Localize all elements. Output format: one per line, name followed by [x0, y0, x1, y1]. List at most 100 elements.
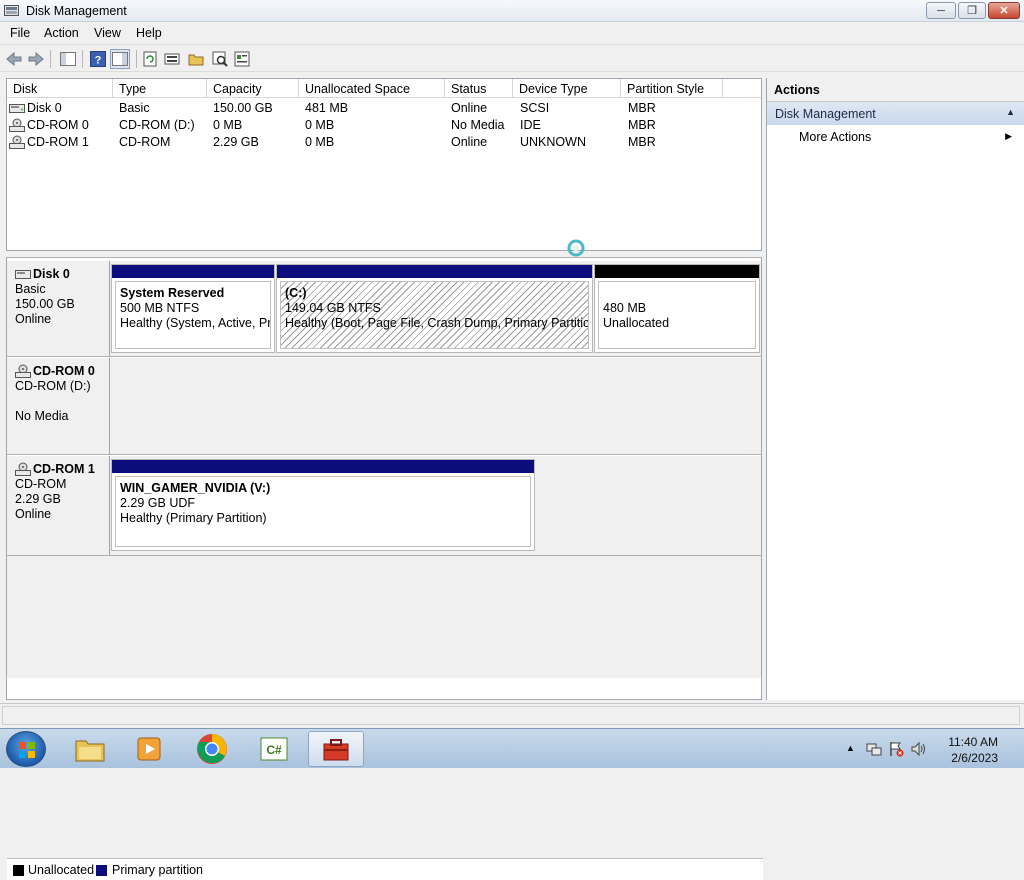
column-header-unallocated-space[interactable]: Unallocated Space: [299, 79, 445, 98]
disk-list-row[interactable]: Disk 0 Basic 150.00 GB 481 MB Online SCS…: [7, 100, 761, 117]
main-content: Disk Type Capacity Unallocated Space Sta…: [6, 78, 763, 880]
column-header-type[interactable]: Type: [113, 79, 207, 98]
rescan-disks-icon[interactable]: [162, 49, 182, 69]
disk-name: CD-ROM 1: [33, 462, 95, 476]
submenu-arrow-icon: ▶: [1005, 131, 1012, 141]
disk-type: CD-ROM (D:): [15, 379, 91, 393]
partition-status: Healthy (System, Active, Prir: [120, 316, 271, 330]
back-icon[interactable]: [4, 49, 24, 69]
more-actions-label: More Actions: [799, 130, 872, 144]
partition-name: (C:): [285, 286, 307, 300]
disk-type: CD-ROM: [15, 477, 67, 491]
disk-row-cdrom-0[interactable]: CD-ROM 0 CD-ROM (D:) No Media: [7, 358, 761, 454]
disk-list-row[interactable]: CD-ROM 0 CD-ROM (D:) 0 MB 0 MB No Media …: [7, 117, 761, 134]
cell-partition-style: MBR: [628, 118, 656, 132]
close-button[interactable]: ✕: [988, 2, 1020, 19]
legend-primary-partition: Primary partition: [112, 863, 203, 877]
disk-type: Basic: [15, 282, 46, 296]
disk-row-cdrom-1[interactable]: CD-ROM 1 CD-ROM 2.29 GB Online WIN_GAMER…: [7, 456, 761, 555]
menu-action[interactable]: Action: [44, 26, 79, 40]
more-actions-item[interactable]: More Actions ▶: [767, 127, 1024, 147]
help-icon[interactable]: ?: [88, 49, 108, 69]
cell-type: Basic: [119, 101, 150, 115]
disk-status: No Media: [15, 409, 69, 423]
menu-file[interactable]: File: [10, 26, 30, 40]
hard-disk-icon: [9, 104, 25, 113]
minimize-button[interactable]: ─: [926, 2, 956, 19]
cell-disk: CD-ROM 1: [27, 135, 89, 149]
cell-status: No Media: [451, 118, 505, 132]
menu-view[interactable]: View: [94, 26, 121, 40]
partition-c-drive[interactable]: (C:) 149.04 GB NTFS Healthy (Boot, Page …: [276, 264, 593, 353]
partition-unallocated[interactable]: 480 MB Unallocated: [594, 264, 760, 353]
partition-win-gamer-nvidia[interactable]: WIN_GAMER_NVIDIA (V:) 2.29 GB UDF Health…: [111, 459, 535, 551]
cell-device-type: SCSI: [520, 101, 550, 115]
disk-list-view: Disk Type Capacity Unallocated Space Sta…: [6, 78, 762, 251]
column-header-device-type[interactable]: Device Type: [513, 79, 621, 98]
partition-details: 480 MB Unallocated: [598, 281, 756, 349]
network-icon[interactable]: [866, 741, 882, 757]
taskbar-media-player[interactable]: [122, 731, 178, 767]
unallocated-swatch: [13, 865, 24, 876]
disk-label[interactable]: CD-ROM 0 CD-ROM (D:) No Media: [7, 358, 110, 454]
status-panel: [2, 706, 1020, 725]
volume-icon[interactable]: [910, 741, 926, 757]
show-hide-action-pane-icon[interactable]: [110, 49, 130, 69]
column-header-capacity[interactable]: Capacity: [207, 79, 299, 98]
disk-partitions-area: System Reserved 500 MB NTFS Healthy (Sys…: [110, 261, 761, 356]
cell-device-type: IDE: [520, 118, 541, 132]
partition-name: [603, 286, 755, 301]
cell-unallocated: 0 MB: [305, 118, 335, 132]
media-player-icon: [137, 737, 161, 761]
windows-logo-icon: [19, 742, 35, 758]
properties-icon[interactable]: [232, 49, 252, 69]
disk-row-disk-0[interactable]: Disk 0 Basic 150.00 GB Online System Res…: [7, 261, 761, 356]
forward-icon[interactable]: [26, 49, 46, 69]
show-hide-console-tree-icon[interactable]: [58, 49, 78, 69]
collapse-arrow-icon[interactable]: ▲: [1006, 107, 1015, 117]
clock-date[interactable]: 2/6/2023: [951, 751, 998, 765]
column-header-status[interactable]: Status: [445, 79, 513, 98]
cell-unallocated: 0 MB: [305, 135, 335, 149]
graphical-disk-view: Disk 0 Basic 150.00 GB Online System Res…: [6, 258, 763, 880]
actions-section-disk-management[interactable]: Disk Management ▲: [767, 102, 1024, 125]
taskbar-explorer[interactable]: [62, 731, 118, 767]
partition-status: Healthy (Boot, Page File, Crash Dump, Pr…: [285, 316, 589, 330]
disk-partitions-area: [110, 358, 761, 454]
disk-label[interactable]: CD-ROM 1 CD-ROM 2.29 GB Online: [7, 456, 110, 555]
cell-device-type: UNKNOWN: [520, 135, 586, 149]
cdrom-icon: [15, 462, 31, 476]
cell-type: CD-ROM (D:): [119, 118, 195, 132]
cdrom-icon: [9, 135, 25, 149]
menu-bar: File Action View Help: [0, 22, 1024, 43]
explore-icon[interactable]: [210, 49, 230, 69]
open-folder-icon[interactable]: [186, 49, 206, 69]
maximize-button[interactable]: ❐: [958, 2, 986, 19]
svg-text:C#: C#: [266, 743, 282, 757]
show-hidden-icons-arrow[interactable]: ▲: [846, 743, 855, 753]
actions-header: Actions: [767, 78, 1024, 102]
refresh-icon[interactable]: [140, 49, 160, 69]
partition-details: WIN_GAMER_NVIDIA (V:) 2.29 GB UDF Health…: [115, 476, 531, 547]
menu-help[interactable]: Help: [136, 26, 162, 40]
column-header-disk[interactable]: Disk: [7, 79, 113, 98]
primary-partition-bar: [277, 265, 592, 278]
taskbar-csharp[interactable]: C#: [246, 731, 302, 767]
section-label: Disk Management: [775, 107, 876, 121]
disk-size: 2.29 GB: [15, 492, 61, 506]
toolbar: ?: [0, 44, 1024, 72]
pane-splitter[interactable]: [6, 239, 762, 258]
clock-time[interactable]: 11:40 AM: [948, 735, 998, 749]
status-bar: [0, 703, 1024, 727]
disk-list-row[interactable]: CD-ROM 1 CD-ROM 2.29 GB 0 MB Online UNKN…: [7, 134, 761, 151]
actions-pane: Actions Disk Management ▲ More Actions ▶: [766, 78, 1024, 700]
disk-label[interactable]: Disk 0 Basic 150.00 GB Online: [7, 261, 110, 356]
taskbar-chrome[interactable]: [184, 731, 240, 767]
start-button[interactable]: [6, 731, 46, 767]
action-center-flag-icon[interactable]: [888, 741, 904, 757]
primary-partition-bar: [112, 265, 274, 278]
column-header-partition-style[interactable]: Partition Style: [621, 79, 723, 98]
cdrom-icon: [15, 364, 31, 378]
partition-system-reserved[interactable]: System Reserved 500 MB NTFS Healthy (Sys…: [111, 264, 275, 353]
taskbar-computer-management[interactable]: [308, 731, 364, 767]
